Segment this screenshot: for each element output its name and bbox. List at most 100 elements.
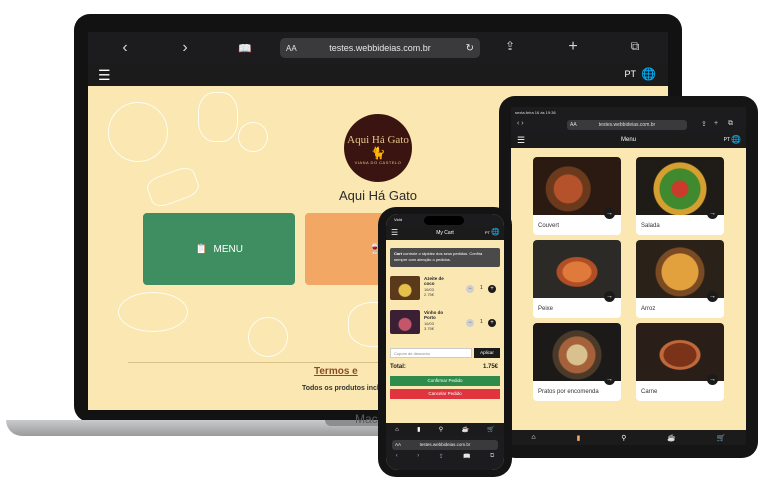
dynamic-island	[424, 216, 464, 225]
new-tab-icon[interactable]: +	[558, 38, 588, 56]
doodle-decoration	[248, 317, 288, 357]
category-label: Arroz	[641, 306, 656, 312]
share-icon[interactable]: ⇪	[439, 453, 444, 460]
arrow-right-icon[interactable]: →	[707, 291, 718, 302]
coffee-icon[interactable]: ☕	[667, 434, 676, 442]
terms-link[interactable]: Termos e	[314, 366, 358, 377]
page-title: Menu	[620, 137, 636, 143]
browser-toolbar: ‹ › 📖 AA testes.webbideias.com.br ↻ ⇪ + …	[88, 32, 668, 64]
tablet-app-header: ☰ Menu PT 🌐	[511, 133, 746, 148]
decrease-quantity-button[interactable]: −	[466, 319, 474, 327]
arrow-right-icon[interactable]: →	[707, 374, 718, 385]
cart-item: Azeite de coco 16/03 2.75€ − 1 +	[390, 276, 500, 304]
search-icon[interactable]: ⚲	[439, 426, 443, 433]
tablet-text-size-button[interactable]: AA	[570, 120, 577, 130]
tablet-browser-nav[interactable]: ‹ ›	[517, 120, 524, 127]
cart-icon[interactable]: 🛒	[717, 434, 726, 442]
item-price: 2.75€	[424, 292, 435, 297]
reload-icon[interactable]: ↻	[466, 43, 474, 54]
item-price: 3.75€	[424, 326, 435, 331]
item-photo	[390, 276, 420, 300]
tablet-browser-toolbar: ‹ › AA testes.webbideias.com.br ⇪ + ⧉	[511, 118, 746, 133]
category-card-salada[interactable]: → Salada	[636, 157, 724, 235]
food-photo	[533, 157, 621, 215]
phone-address-bar[interactable]: AA testes.webbideias.com.br	[392, 440, 498, 450]
footer-note: Todos os produtos inclu	[302, 385, 384, 392]
item-meta: 16/03 3.75€	[424, 321, 434, 331]
category-card-peixe[interactable]: → Peixe	[533, 240, 621, 318]
category-label: Carne	[641, 389, 658, 395]
food-photo	[533, 323, 621, 381]
back-icon[interactable]: ‹	[110, 39, 140, 57]
forward-icon[interactable]: ›	[417, 453, 419, 460]
language-selector[interactable]: PT	[724, 137, 730, 143]
category-card-carne[interactable]: → Carne	[636, 323, 724, 401]
arrow-right-icon[interactable]: →	[604, 208, 615, 219]
category-label: Peixe	[538, 306, 554, 312]
bookmarks-icon[interactable]: 📖	[463, 453, 470, 460]
menu-icon[interactable]: ▮	[577, 434, 581, 442]
arrow-right-icon[interactable]: →	[604, 374, 615, 385]
address-bar[interactable]: AA testes.webbideias.com.br ↻	[280, 38, 480, 58]
tabs-icon[interactable]: ⧉	[620, 39, 650, 54]
cart-icon[interactable]: 🛒	[487, 426, 494, 433]
doodle-decoration	[118, 292, 188, 332]
coupon-input[interactable]: Cupom de desconto	[390, 348, 472, 358]
confirm-order-button[interactable]: Confirmar Pedido	[390, 376, 500, 386]
item-photo	[390, 310, 420, 334]
category-label: Salada	[641, 223, 660, 229]
phone-text-size-button[interactable]: AA	[395, 440, 401, 450]
category-card-couvert[interactable]: → Couvert	[533, 157, 621, 235]
forward-icon[interactable]: ›	[170, 39, 200, 57]
apply-coupon-button[interactable]: Aplicar	[474, 348, 500, 358]
arrow-right-icon[interactable]: →	[707, 208, 718, 219]
doodle-decoration	[198, 92, 238, 142]
item-meta: 16/03 2.75€	[424, 287, 434, 297]
food-photo	[533, 240, 621, 298]
increase-quantity-button[interactable]: +	[488, 319, 496, 327]
cart-item: Vinho do Porto 16/03 3.75€ − 1 +	[390, 310, 500, 338]
category-card-pratos-por-encomenda[interactable]: → Pratos por encomenda	[533, 323, 621, 401]
globe-icon[interactable]: 🌐	[491, 228, 500, 236]
category-label: Pratos por encomenda	[538, 389, 599, 395]
menu-icon[interactable]: ▮	[417, 426, 420, 433]
category-label: Couvert	[538, 223, 560, 229]
item-name: Vinho do Porto	[424, 310, 444, 320]
phone-app-header: ☰ My Cart PT 🌐	[386, 226, 504, 240]
notice-bold: Cart	[394, 251, 403, 256]
cancel-order-button[interactable]: Cancelar Pedido	[390, 389, 500, 399]
tabs-icon[interactable]: ⧉	[490, 453, 494, 460]
decrease-quantity-button[interactable]: −	[466, 285, 474, 293]
reader-icon[interactable]: 📖	[230, 42, 260, 55]
cart-notice: Cart controle o rápidez dos seus pedidos…	[390, 248, 500, 267]
text-size-button[interactable]: AA	[286, 44, 297, 53]
coffee-icon[interactable]: ☕	[461, 426, 468, 433]
arrow-right-icon[interactable]: →	[604, 291, 615, 302]
category-card-arroz[interactable]: → Arroz	[636, 240, 724, 318]
tablet-new-tab-icon[interactable]: +	[714, 120, 718, 127]
hamburger-menu-icon[interactable]: ☰	[98, 67, 111, 84]
notice-text: controle o rápidez dos seus pedidos. Con…	[394, 251, 483, 262]
cat-icon: 🐈	[370, 146, 386, 160]
food-photo	[636, 240, 724, 298]
home-icon[interactable]: ⌂	[395, 427, 399, 433]
increase-quantity-button[interactable]: +	[488, 285, 496, 293]
language-selector[interactable]: PT	[485, 230, 490, 235]
globe-icon[interactable]: 🌐	[641, 67, 656, 81]
menu-tile-button[interactable]: 📋 MENU	[143, 213, 295, 285]
tablet-tabs-icon[interactable]: ⧉	[728, 120, 733, 128]
tablet-url-text: testes.webbideias.com.br	[598, 122, 656, 128]
home-icon[interactable]: ⌂	[531, 434, 535, 441]
tablet-address-bar[interactable]: AA testes.webbideias.com.br	[567, 120, 687, 130]
phone-browser-toolbar: AA testes.webbideias.com.br ‹ › ⇪ 📖 ⧉	[386, 436, 504, 470]
doodle-decoration	[238, 122, 268, 152]
tablet-share-icon[interactable]: ⇪	[701, 120, 707, 128]
share-icon[interactable]: ⇪	[495, 39, 525, 53]
globe-icon[interactable]: 🌐	[731, 135, 741, 144]
phone-screen: Vidd ☰ My Cart PT 🌐 Cart controle o rápi…	[386, 214, 504, 470]
menu-tile-label: MENU	[213, 243, 243, 255]
back-icon[interactable]: ‹	[396, 453, 398, 460]
item-quantity: 1	[480, 319, 483, 325]
search-icon[interactable]: ⚲	[621, 434, 626, 442]
language-selector[interactable]: PT	[624, 69, 636, 79]
